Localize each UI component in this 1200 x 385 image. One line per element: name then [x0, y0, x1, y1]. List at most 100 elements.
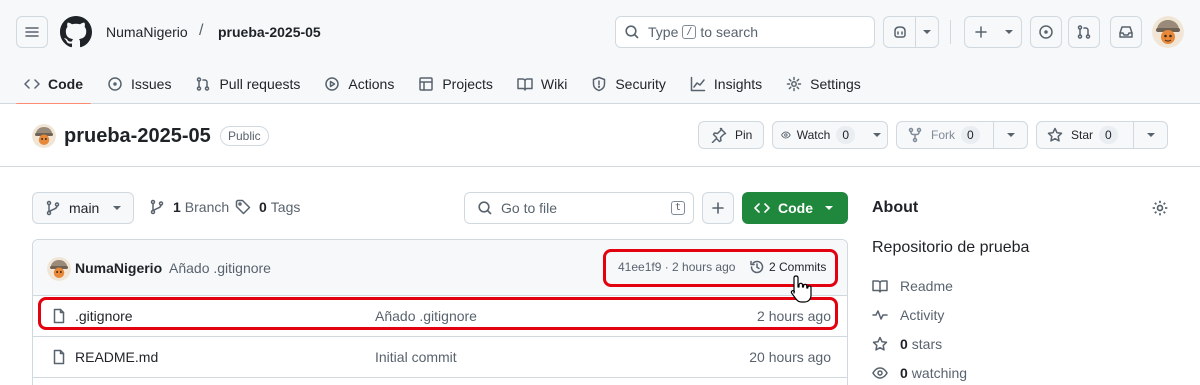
commits-history-link[interactable]: 2 Commits: [749, 259, 826, 275]
code-button-label: Code: [778, 200, 813, 216]
tab-label: Wiki: [540, 76, 568, 92]
tab-label: Code: [48, 76, 83, 92]
code-icon: [754, 203, 770, 213]
watch-label: Watch: [796, 128, 831, 142]
copilot-icon: [893, 26, 906, 38]
latest-commit-row: NumaNigerio Añado .gitignore 41ee1f9 · 2…: [33, 240, 847, 296]
commit-message[interactable]: Añado .gitignore: [169, 260, 271, 276]
breadcrumb-separator: /: [199, 22, 204, 39]
user-avatar[interactable]: [1152, 16, 1184, 48]
chevron-down-icon: [873, 133, 881, 137]
file-name[interactable]: .gitignore: [75, 308, 133, 324]
copilot-button[interactable]: [884, 17, 915, 47]
plus-icon: [975, 26, 987, 38]
watching-link[interactable]: 0 watching: [872, 365, 967, 381]
file-icon: [53, 349, 65, 365]
tab-security[interactable]: Security: [583, 64, 674, 104]
code-dropdown-button[interactable]: Code: [742, 192, 848, 224]
tab-label: Issues: [131, 76, 172, 92]
hamburger-icon: [25, 27, 39, 37]
fork-label: Fork: [931, 128, 955, 142]
search-icon: [478, 201, 492, 215]
tab-code[interactable]: Code: [16, 64, 91, 105]
fork-icon: [908, 127, 922, 143]
go-to-file-shortcut: t: [670, 201, 685, 215]
file-name[interactable]: README.md: [75, 349, 158, 365]
stars-count: 0: [900, 336, 908, 352]
search-input[interactable]: Type / to search: [615, 16, 875, 48]
repo-name[interactable]: prueba-2025-05: [64, 125, 211, 148]
pin-icon: [711, 127, 727, 143]
add-file-button[interactable]: [702, 192, 734, 224]
commit-author-avatar[interactable]: [47, 257, 71, 281]
search-shortcut-key: /: [682, 25, 697, 39]
file-commit-message[interactable]: Añado .gitignore: [375, 308, 477, 324]
inbox-button[interactable]: [1110, 16, 1142, 48]
owner-avatar[interactable]: [32, 124, 56, 148]
play-icon: [325, 77, 340, 91]
create-new-button[interactable]: [964, 16, 1022, 48]
file-row[interactable]: README.md Initial commit 20 hours ago: [33, 337, 847, 378]
go-to-file-input[interactable]: Go to file t: [464, 192, 694, 224]
tag-count: 0: [259, 199, 267, 215]
copilot-dropdown[interactable]: [915, 17, 938, 47]
branch-name: main: [69, 200, 100, 216]
chevron-down-icon: [1005, 30, 1013, 34]
tag-icon: [235, 199, 251, 215]
repo-title-bar: prueba-2025-05 Public Pin Watch 0 Fork 0…: [0, 104, 1200, 167]
shield-icon: [593, 76, 606, 92]
tab-label: Actions: [348, 76, 395, 92]
menu-button[interactable]: [16, 16, 48, 48]
tab-insights[interactable]: Insights: [682, 64, 770, 104]
star-icon: [1047, 127, 1063, 142]
tab-wiki[interactable]: Wiki: [509, 64, 575, 104]
tab-label: Pull requests: [219, 76, 301, 92]
readme-link[interactable]: Readme: [872, 278, 953, 294]
commit-hash-time[interactable]: 41ee1f9 · 2 hours ago: [618, 260, 735, 274]
tags-link[interactable]: 0 Tags: [235, 199, 300, 215]
activity-link[interactable]: Activity: [872, 307, 944, 323]
branch-selector[interactable]: main: [32, 192, 134, 224]
breadcrumb-repo[interactable]: prueba-2025-05: [218, 24, 321, 40]
github-logo-icon[interactable]: [60, 16, 92, 48]
issues-button[interactable]: [1030, 16, 1062, 48]
tab-settings[interactable]: Settings: [778, 64, 869, 104]
copilot-menu[interactable]: [883, 16, 939, 48]
tab-actions[interactable]: Actions: [316, 64, 402, 104]
search-suffix: to search: [700, 24, 758, 40]
tab-projects[interactable]: Projects: [410, 64, 501, 104]
tab-label: Projects: [442, 76, 493, 92]
history-icon: [750, 260, 764, 274]
pulse-icon: [872, 310, 888, 320]
tab-issues[interactable]: Issues: [99, 64, 179, 104]
tab-pull-requests[interactable]: Pull requests: [187, 64, 308, 104]
watching-count: 0: [900, 365, 908, 381]
tab-label: Security: [615, 76, 666, 92]
activity-label: Activity: [900, 307, 945, 323]
readme-label: Readme: [900, 278, 953, 294]
watch-count: 0: [836, 126, 855, 144]
star-button[interactable]: Star 0: [1036, 121, 1168, 149]
stars-link[interactable]: 0 stars: [872, 336, 942, 352]
commit-author[interactable]: NumaNigerio: [75, 260, 162, 276]
inbox-icon: [1119, 26, 1133, 38]
fork-button[interactable]: Fork 0: [896, 121, 1028, 149]
breadcrumb-owner[interactable]: NumaNigerio: [106, 24, 188, 40]
pin-button[interactable]: Pin: [698, 121, 764, 149]
star-icon: [872, 336, 888, 351]
watch-button[interactable]: Watch 0: [772, 121, 888, 149]
about-settings-button[interactable]: [1151, 199, 1169, 217]
issue-icon: [1039, 25, 1053, 39]
chevron-down-icon: [1146, 133, 1155, 137]
chevron-down-icon: [923, 30, 932, 34]
fork-count: 0: [961, 126, 980, 144]
code-icon: [24, 79, 40, 89]
about-description: Repositorio de prueba: [872, 239, 1030, 256]
gear-icon: [786, 76, 802, 92]
pull-requests-button[interactable]: [1068, 16, 1100, 48]
file-row[interactable]: .gitignore Añado .gitignore 2 hours ago: [33, 296, 847, 337]
file-commit-message[interactable]: Initial commit: [375, 349, 457, 365]
pull-request-icon: [197, 77, 210, 91]
file-table: NumaNigerio Añado .gitignore 41ee1f9 · 2…: [32, 239, 848, 385]
branches-link[interactable]: 1 Branch: [149, 199, 229, 215]
